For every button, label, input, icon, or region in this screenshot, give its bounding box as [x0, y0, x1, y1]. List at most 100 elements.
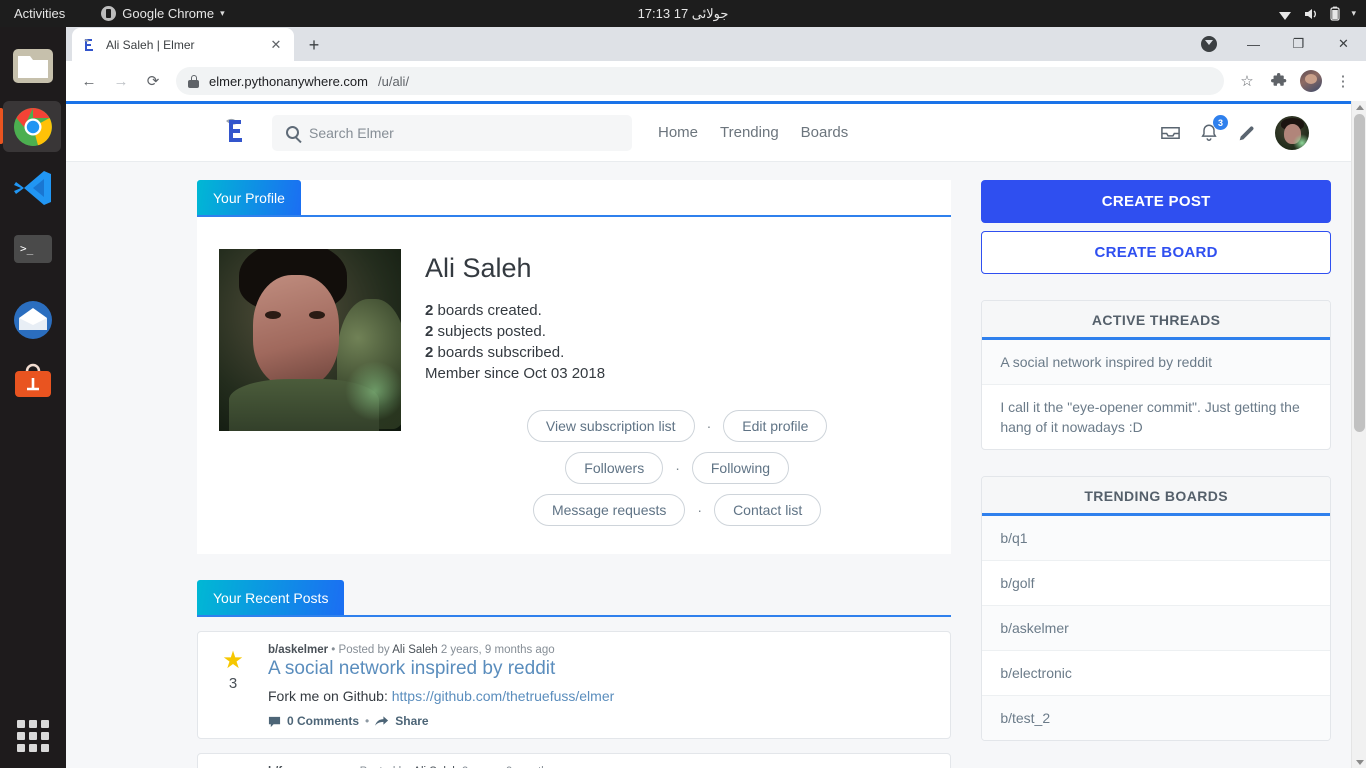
site-nav-actions: 3	[1160, 115, 1321, 150]
post-comments-link[interactable]: 0 Comments	[287, 714, 359, 728]
page-scrollbar[interactable]	[1351, 101, 1366, 768]
battery-icon	[1330, 6, 1341, 21]
minimize-button[interactable]: —	[1231, 27, 1276, 61]
dock-item-vscode[interactable]	[0, 157, 66, 218]
edit-profile-button[interactable]: Edit profile	[723, 410, 828, 442]
post-title-link[interactable]: A social network inspired by reddit	[268, 658, 614, 680]
profile-panel: Your Profile Ali Saleh 2 boards created.…	[197, 180, 952, 554]
separator-dot: ·	[697, 502, 703, 518]
page-content: Your Profile Ali Saleh 2 boards created.…	[66, 162, 1351, 768]
profile-button-row-2: Followers · Following	[425, 452, 929, 484]
elmer-logo[interactable]	[218, 116, 252, 150]
stat-subjects-posted: 2 subjects posted.	[425, 321, 929, 342]
trending-board-item[interactable]: b/golf	[982, 561, 1330, 606]
extensions-icon[interactable]	[1264, 66, 1294, 96]
dock-item-files[interactable]	[0, 35, 66, 96]
activities-button[interactable]: Activities	[0, 6, 79, 21]
scroll-up-button[interactable]	[1352, 101, 1366, 113]
window-controls: — ❐ ✕	[1186, 27, 1366, 61]
trending-board-item[interactable]: b/q1	[982, 516, 1330, 561]
maximize-button[interactable]: ❐	[1276, 27, 1321, 61]
app-menu-chrome[interactable]: Google Chrome ▾	[101, 6, 225, 21]
vscode-icon	[14, 170, 51, 205]
page-title: Ali Saleh	[425, 253, 532, 283]
post-board-link[interactable]: b/askelmer	[268, 644, 328, 656]
profile-info: Ali Saleh 2 boards created. 2 subjects p…	[425, 249, 929, 536]
nav-link-trending[interactable]: Trending	[720, 124, 779, 141]
profile-card: Ali Saleh 2 boards created. 2 subjects p…	[197, 217, 952, 554]
reload-button[interactable]: ⟳	[138, 66, 168, 96]
trending-boards-panel: TRENDING BOARDS b/q1 b/golf b/askelmer b…	[981, 476, 1331, 741]
search-icon	[286, 126, 299, 139]
post-meta-prefix: • Posted by	[328, 644, 393, 656]
create-post-button[interactable]: CREATE POST	[981, 180, 1331, 223]
terminal-icon: >_	[14, 234, 52, 263]
chevron-down-icon: ▾	[220, 8, 225, 18]
wifi-icon	[1279, 11, 1292, 20]
pencil-icon[interactable]	[1237, 123, 1257, 143]
system-tray[interactable]: ▾	[1277, 6, 1356, 22]
active-thread-item[interactable]: A social network inspired by reddit	[982, 340, 1330, 385]
inbox-icon[interactable]	[1160, 122, 1181, 143]
scroll-down-button[interactable]	[1352, 756, 1366, 768]
scrollbar-thumb[interactable]	[1354, 114, 1365, 432]
close-window-button[interactable]: ✕	[1321, 27, 1366, 61]
post-card[interactable]: ★ 3 b/askelmer • Posted by Ali Saleh 2 y…	[197, 631, 952, 739]
avatar[interactable]	[1275, 115, 1309, 150]
app-grid-icon	[11, 714, 55, 758]
post-github-link[interactable]: https://github.com/thetruefuss/elmer	[392, 688, 615, 704]
profile-panel-header: Your Profile	[197, 180, 952, 217]
chrome-menu-button[interactable]: ⋮	[1328, 66, 1358, 96]
back-button[interactable]: ←	[74, 66, 104, 96]
svg-text:>_: >_	[20, 242, 34, 255]
new-tab-button[interactable]: +	[300, 31, 328, 59]
dock-item-thunderbird[interactable]	[0, 289, 66, 350]
search-input[interactable]: Search Elmer	[272, 114, 632, 151]
lock-icon	[188, 74, 199, 88]
ubuntu-dock: >_	[0, 27, 66, 768]
post-body: b/askelmer • Posted by Ali Saleh 2 years…	[268, 644, 614, 728]
contact-list-button[interactable]: Contact list	[714, 494, 822, 526]
tab-ali-saleh-elmer[interactable]: Ali Saleh | Elmer ✕	[72, 28, 294, 61]
post-card[interactable]: ★ b/funnymemes • Posted by Ali Saleh 2 y…	[197, 753, 952, 768]
bell-icon[interactable]: 3	[1199, 115, 1228, 143]
comment-icon	[268, 716, 281, 727]
view-subscription-list-button[interactable]: View subscription list	[526, 410, 695, 442]
profile-photo	[219, 249, 401, 431]
bookmark-star-icon[interactable]: ☆	[1232, 66, 1262, 96]
action-separator: •	[365, 714, 370, 728]
followers-button[interactable]: Followers	[565, 452, 664, 484]
tab-strip: Ali Saleh | Elmer ✕ + — ❐ ✕	[66, 27, 1366, 61]
dock-item-terminal[interactable]: >_	[0, 218, 66, 279]
address-bar[interactable]: elmer.pythonanywhere.com/u/ali/	[176, 67, 1224, 95]
dock-item-ubuntu-software[interactable]	[0, 350, 66, 411]
forward-button[interactable]: →	[106, 66, 136, 96]
sidebar: CREATE POST CREATE BOARD ACTIVE THREADS …	[981, 180, 1331, 768]
trending-board-item[interactable]: b/askelmer	[982, 606, 1330, 651]
post-actions: 0 Comments • Share	[268, 714, 614, 728]
nav-link-home[interactable]: Home	[658, 124, 698, 141]
profile-button-row-3: Message requests · Contact list	[425, 494, 929, 526]
post-text-prefix: Fork me on Github:	[268, 688, 392, 704]
post-share-link[interactable]: Share	[395, 714, 428, 728]
dock-item-chrome[interactable]	[0, 96, 66, 157]
nav-link-boards[interactable]: Boards	[801, 124, 849, 141]
star-icon[interactable]: ★	[222, 649, 244, 673]
profile-button-row-1: View subscription list · Edit profile	[425, 410, 929, 442]
post-author-link[interactable]: Ali Saleh	[392, 644, 437, 656]
following-button[interactable]: Following	[691, 452, 790, 484]
trending-board-item[interactable]: b/test_2	[982, 696, 1330, 740]
show-applications-button[interactable]	[11, 714, 55, 758]
message-requests-button[interactable]: Message requests	[532, 494, 686, 526]
trending-board-item[interactable]: b/electronic	[982, 651, 1330, 696]
create-board-button[interactable]: CREATE BOARD	[981, 231, 1331, 274]
chrome-profile-avatar[interactable]	[1296, 66, 1326, 96]
close-icon[interactable]: ✕	[268, 37, 284, 53]
trending-boards-title: TRENDING BOARDS	[982, 477, 1330, 516]
tab-your-profile[interactable]: Your Profile	[197, 180, 301, 215]
active-thread-item[interactable]: I call it the "eye-opener commit". Just …	[982, 385, 1330, 449]
site-nav-links: Home Trending Boards	[658, 124, 848, 141]
thunderbird-icon	[14, 300, 52, 339]
downloads-button[interactable]	[1186, 27, 1231, 61]
tab-your-recent-posts[interactable]: Your Recent Posts	[197, 580, 345, 615]
